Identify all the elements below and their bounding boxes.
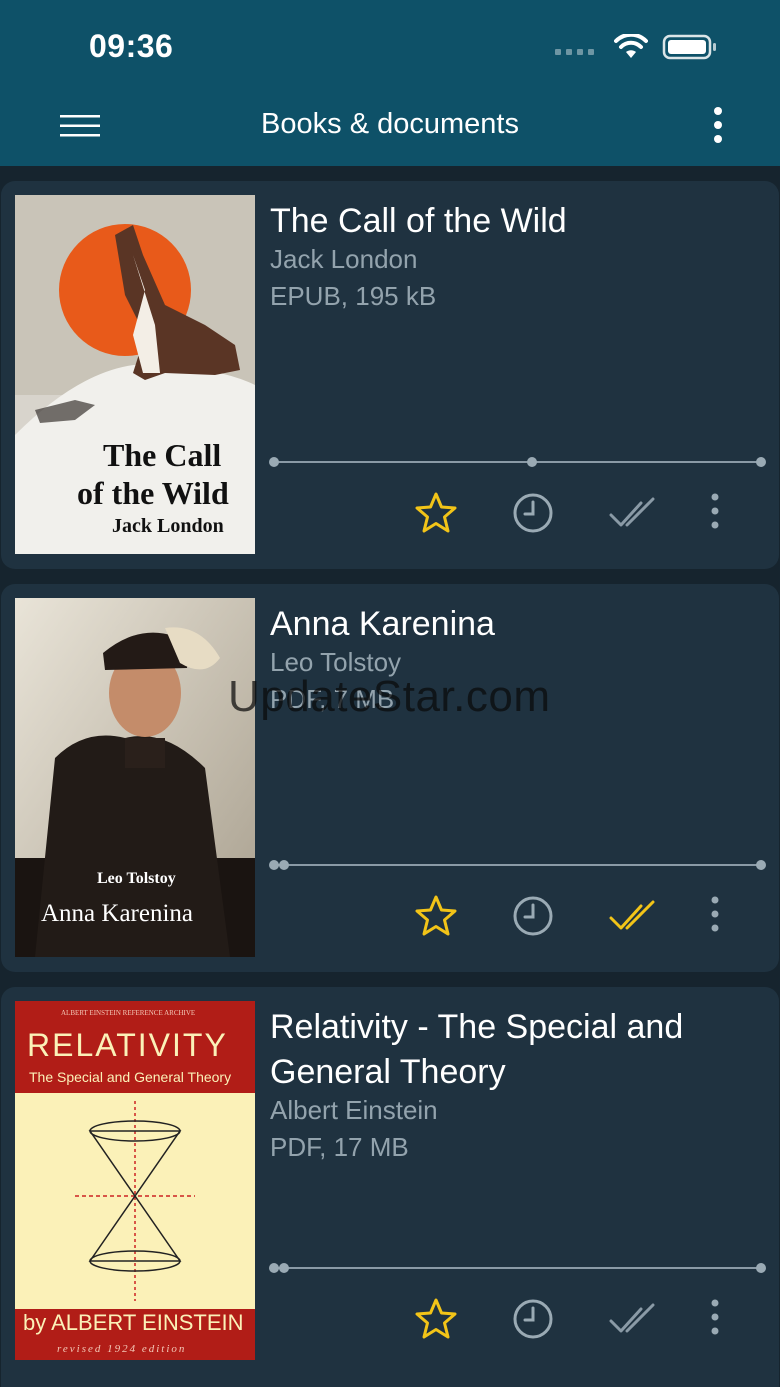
book-more-button[interactable] <box>701 491 729 535</box>
progress-start-dot <box>269 860 279 870</box>
book-cover[interactable]: Leo Tolstoy Anna Karenina <box>15 598 255 957</box>
status-time: 09:36 <box>89 28 174 64</box>
book-title[interactable]: Relativity - The Special and General The… <box>270 1005 740 1095</box>
cover-archive-label: ALBERT EINSTEIN REFERENCE ARCHIVE <box>61 1009 196 1017</box>
battery-icon <box>662 34 716 60</box>
book-more-button[interactable] <box>701 894 729 938</box>
clock-icon <box>513 896 553 936</box>
book-card[interactable]: Leo Tolstoy Anna Karenina Anna Karenina … <box>1 584 779 972</box>
double-check-icon <box>609 900 655 930</box>
book-card[interactable]: The Call of the Wild Jack London The Cal… <box>1 181 779 569</box>
progress-current-dot[interactable] <box>278 860 289 870</box>
book-title[interactable]: Anna Karenina <box>270 602 740 647</box>
progress-end-dot <box>756 860 766 870</box>
reading-history-button[interactable] <box>511 491 555 535</box>
book-card[interactable]: ALBERT EINSTEIN REFERENCE ARCHIVE RELATI… <box>1 987 779 1387</box>
reading-history-button[interactable] <box>511 894 555 938</box>
mark-finished-button[interactable] <box>608 1297 655 1341</box>
book-author: Leo Tolstoy <box>270 647 402 677</box>
book-author: Jack London <box>270 244 418 274</box>
book-format: PDF, 17 MB <box>270 1132 409 1162</box>
progress-start-dot <box>269 457 279 467</box>
book-format: EPUB, 195 kB <box>270 281 437 311</box>
book-title[interactable]: The Call of the Wild <box>270 199 740 244</box>
favorite-button[interactable] <box>414 491 458 535</box>
cover-title: RELATIVITY <box>27 1027 228 1063</box>
cover-title-line2: of the Wild <box>77 475 229 511</box>
cell-signal-icon <box>555 49 594 55</box>
mark-finished-button[interactable] <box>608 491 655 535</box>
app-bar: 09:36 Books & documents <box>0 0 780 166</box>
overflow-menu-button[interactable] <box>704 106 732 146</box>
more-vert-icon <box>714 107 722 143</box>
favorite-button[interactable] <box>414 894 458 938</box>
progress-start-dot <box>269 1263 279 1273</box>
star-icon <box>415 1298 457 1339</box>
book-more-button[interactable] <box>701 1297 729 1341</box>
star-icon <box>415 895 457 936</box>
page-title: Books & documents <box>261 108 519 140</box>
more-vert-icon <box>711 1299 719 1335</box>
double-check-icon <box>609 497 655 527</box>
progress-end-dot <box>756 457 766 467</box>
status-icons <box>555 32 718 62</box>
progress-current-dot[interactable] <box>278 1263 289 1273</box>
reading-progress-bar[interactable] <box>269 457 766 467</box>
cover-author: Jack London <box>112 515 224 537</box>
reading-progress-bar[interactable] <box>269 860 766 870</box>
favorite-button[interactable] <box>414 1297 458 1341</box>
book-author: Albert Einstein <box>270 1095 438 1125</box>
star-icon <box>415 492 457 533</box>
cover-author: by ALBERT EINSTEIN <box>23 1310 244 1335</box>
clock-icon <box>513 1299 553 1339</box>
more-vert-icon <box>711 493 719 529</box>
book-cover[interactable]: ALBERT EINSTEIN REFERENCE ARCHIVE RELATI… <box>15 1001 255 1360</box>
cover-author: Leo Tolstoy <box>97 870 176 887</box>
cover-title: Anna Karenina <box>41 900 194 927</box>
mark-finished-button[interactable] <box>608 894 655 938</box>
cover-subtitle: The Special and General Theory <box>29 1069 232 1085</box>
cover-title-line1: The Call <box>103 437 222 473</box>
double-check-icon <box>609 1303 655 1333</box>
reading-progress-bar[interactable] <box>269 1263 766 1273</box>
book-format: PDF, 7 MB <box>270 684 395 714</box>
progress-current-dot[interactable] <box>527 457 538 467</box>
clock-icon <box>513 493 553 533</box>
reading-history-button[interactable] <box>511 1297 555 1341</box>
progress-end-dot <box>756 1263 766 1273</box>
cover-edition: revised 1924 edition <box>57 1343 187 1355</box>
book-cover[interactable]: The Call of the Wild Jack London <box>15 195 255 554</box>
more-vert-icon <box>711 896 719 932</box>
wifi-icon <box>614 34 648 58</box>
